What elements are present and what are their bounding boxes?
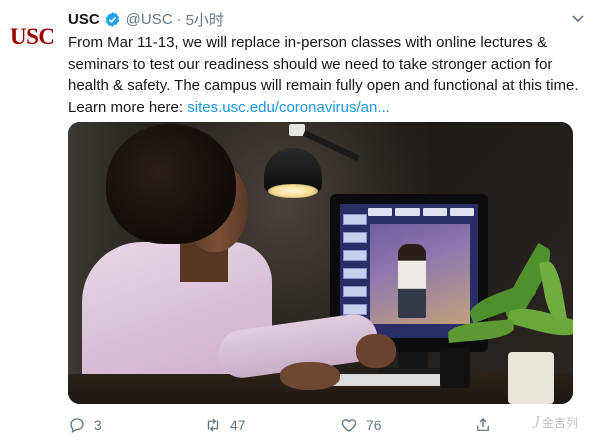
person-hand (356, 334, 396, 368)
reply-button[interactable]: 3 (68, 416, 102, 434)
watermark-logo-icon: J (531, 412, 540, 432)
person-hand (280, 362, 340, 390)
screen-menu-item (343, 286, 367, 297)
screen-menu-item (343, 232, 367, 243)
like-button[interactable]: 76 (340, 416, 382, 434)
tweet-header: USC @USC · 5小时 (68, 8, 224, 30)
tweet-text: From Mar 11-13, we will replace in-perso… (68, 32, 588, 118)
like-icon (341, 419, 357, 432)
avatar[interactable]: USC (10, 22, 60, 52)
retweet-icon (207, 418, 219, 432)
tweet-actions: 3 47 76 (68, 414, 588, 436)
screen-menu-item (343, 268, 367, 279)
reply-icon (70, 418, 84, 433)
separator-dot: · (176, 10, 182, 28)
screen-tabbar (368, 208, 474, 216)
plant-pot (508, 352, 554, 404)
tweet-photo[interactable] (68, 122, 573, 404)
pencil-cup (440, 348, 470, 388)
retweet-button[interactable]: 47 (204, 416, 246, 434)
person-hair (106, 124, 236, 244)
display-name[interactable]: USC (68, 11, 100, 28)
timestamp[interactable]: 5小时 (186, 9, 224, 30)
screen-menu-item (343, 214, 367, 225)
lamp-light (268, 184, 318, 198)
watermark: J 金吉列 (532, 412, 578, 433)
share-icon (477, 418, 489, 431)
retweet-count: 47 (230, 417, 246, 433)
chevron-down-icon[interactable] (570, 10, 586, 26)
video-lecturer (398, 244, 426, 318)
user-handle[interactable]: @USC (126, 11, 173, 28)
watermark-text: 金吉列 (541, 416, 578, 430)
tweet-link[interactable]: sites.usc.edu/coronavirus/an... (187, 99, 390, 116)
reply-count: 3 (94, 417, 102, 433)
share-button[interactable] (474, 416, 500, 434)
screen-menu-item (343, 250, 367, 261)
verified-badge-icon (104, 11, 121, 28)
like-count: 76 (366, 417, 382, 433)
